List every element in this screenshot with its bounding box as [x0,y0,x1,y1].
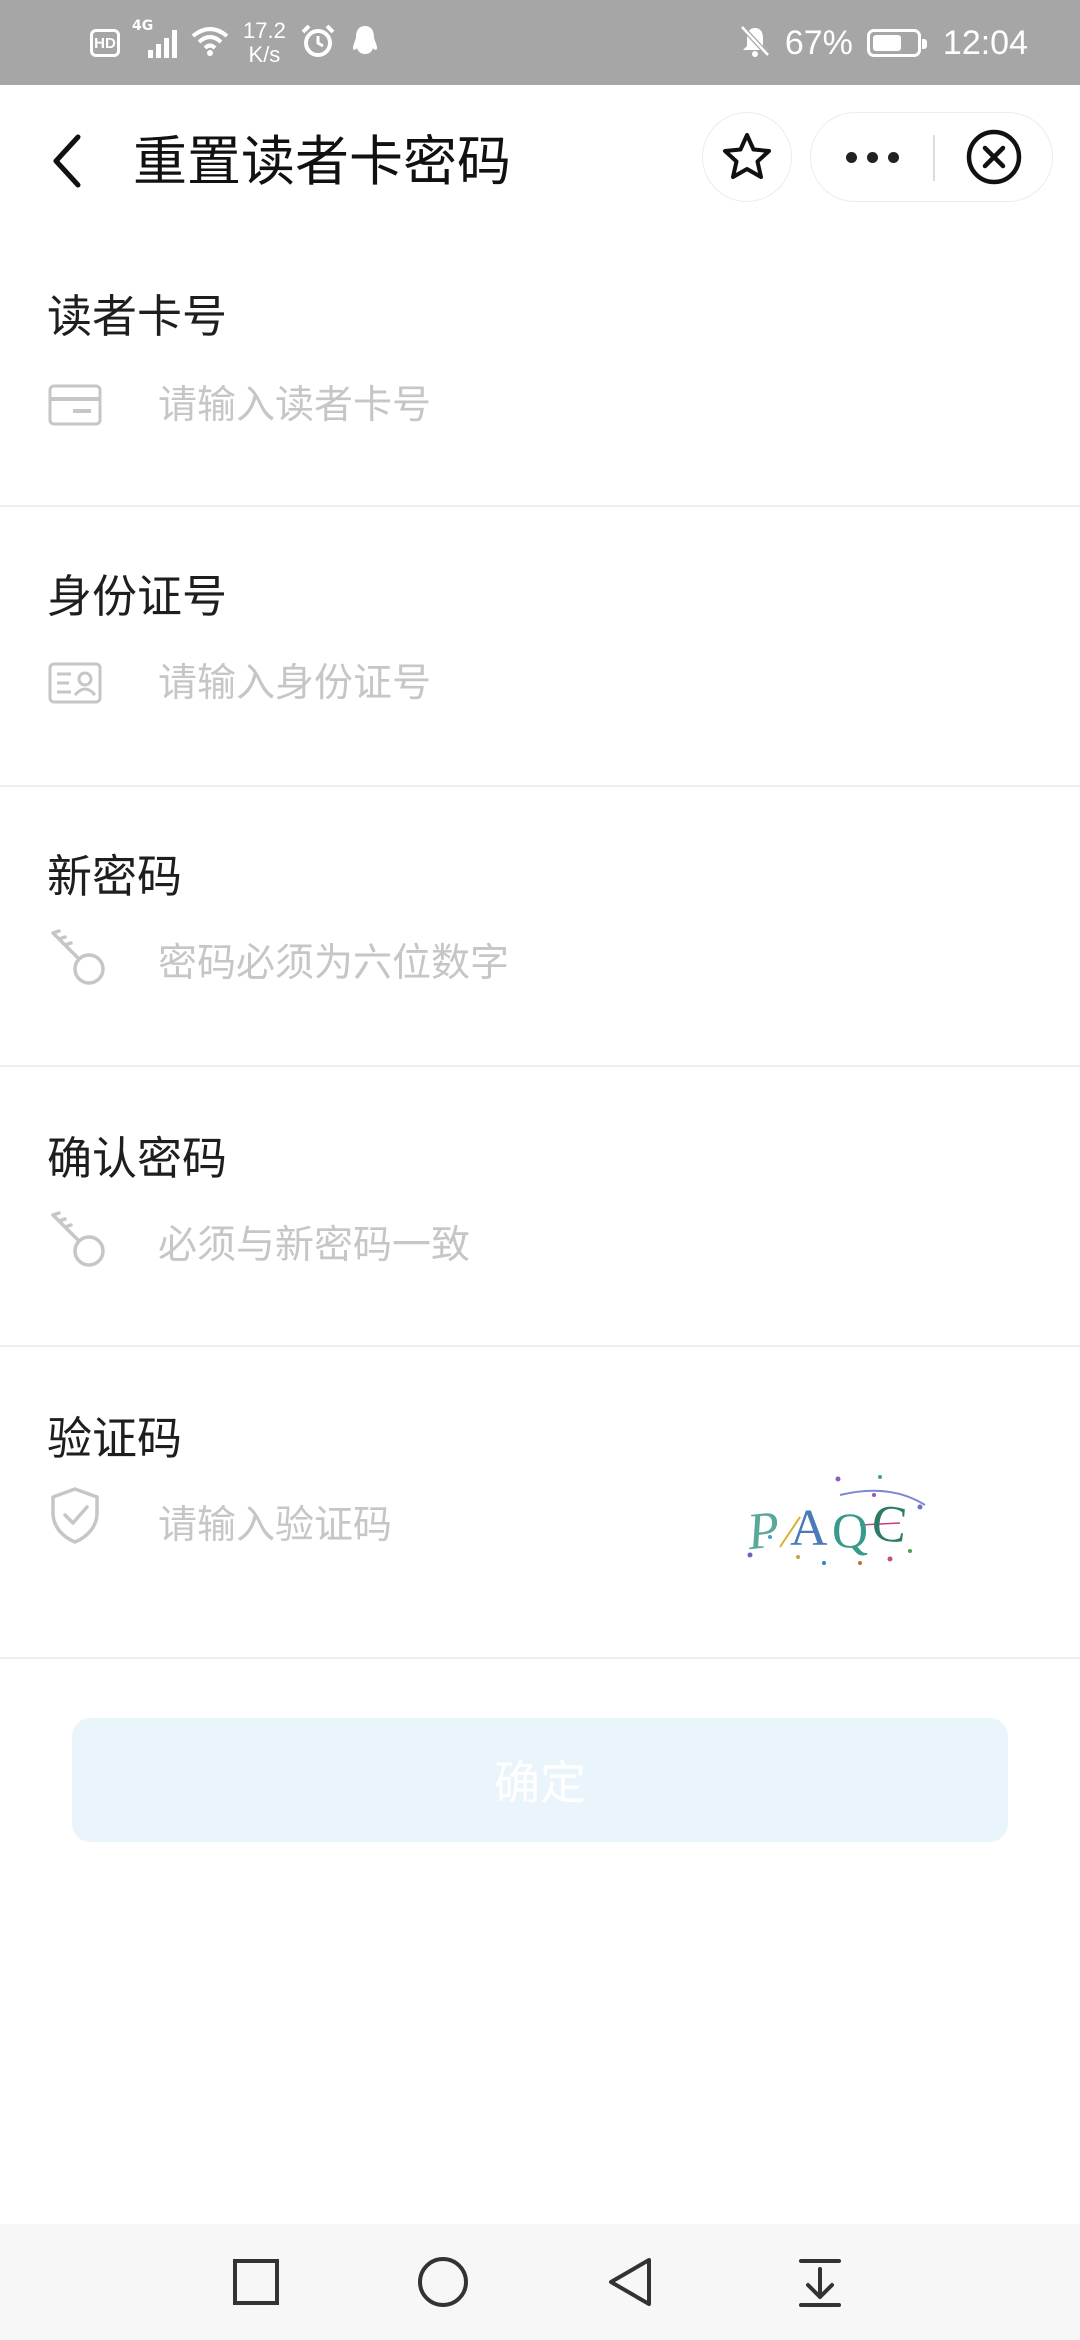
status-left: HD 4G 17.2 K/s [90,14,380,72]
close-circle-icon [966,129,1022,185]
circle-home-icon [418,2257,468,2307]
card-number-section: 读者卡号 [0,225,1080,507]
signal-icon: 4G [132,18,177,58]
more-button[interactable] [811,113,933,201]
card-number-input[interactable] [158,375,718,435]
hd-badge: HD [90,29,120,57]
favorite-button[interactable] [702,112,792,202]
mute-bell-icon [739,24,771,62]
confirm-button[interactable]: 确定 [72,1718,1008,1842]
recent-apps-button[interactable] [226,2252,286,2312]
new-password-label: 新密码 [47,850,183,903]
captcha-image[interactable]: P A Q C [740,1465,940,1575]
star-icon [723,133,771,179]
new-password-input[interactable] [158,933,718,993]
more-dot [866,151,878,163]
card-number-label: 读者卡号 [47,290,228,343]
title-bar: 重置读者卡密码 [0,85,1080,225]
id-number-section: 身份证号 [0,507,1080,787]
battery-percent: 67% [784,23,853,62]
alarm-icon [300,24,336,62]
home-button[interactable] [413,2252,473,2312]
wifi-icon [191,26,229,60]
battery-level [872,35,901,51]
page-title: 重置读者卡密码 [133,130,511,193]
notification-pulldown-button[interactable] [790,2252,850,2312]
new-password-section: 新密码 [0,787,1080,1067]
id-number-label: 身份证号 [47,570,228,623]
more-dot [887,151,899,163]
confirm-password-section: 确认密码 [0,1067,1080,1347]
captcha-char: P [744,1501,783,1561]
shield-check-icon [47,1487,103,1544]
confirm-password-input[interactable] [158,1215,718,1275]
captcha-char: Q [832,1502,868,1558]
confirm-password-label: 确认密码 [47,1132,228,1185]
battery-icon [866,29,927,57]
key-icon [47,927,111,991]
system-back-button[interactable] [600,2252,660,2312]
square-icon [233,2259,279,2305]
network-speed: 17.2 K/s [243,19,286,67]
status-bar: HD 4G 17.2 K/s 67% 12:04 [0,0,1080,85]
speed-unit: K/s [248,42,281,67]
card-icon [47,377,103,433]
capsule-menu [810,112,1053,202]
status-right: 67% 12:04 [739,14,1028,72]
captcha-section: 验证码 P A Q C [0,1347,1080,1659]
network-type: 4G [132,18,154,34]
triangle-back-icon [609,2258,651,2306]
key-icon [47,1209,111,1273]
notification-down-icon [799,2259,841,2307]
captcha-input[interactable] [158,1495,698,1555]
captcha-label: 验证码 [47,1412,183,1465]
back-button[interactable] [36,121,96,201]
navigation-bar [0,2224,1080,2340]
id-card-icon [47,655,103,711]
chevron-left-icon [53,134,81,188]
close-button[interactable] [935,113,1053,201]
captcha-char: C [869,1494,909,1554]
captcha-char: A [790,1500,828,1557]
id-number-input[interactable] [158,653,718,713]
speed-value: 17.2 [243,18,286,43]
qq-icon [350,24,380,62]
clock: 12:04 [942,23,1028,62]
more-dots-icon [845,151,857,163]
